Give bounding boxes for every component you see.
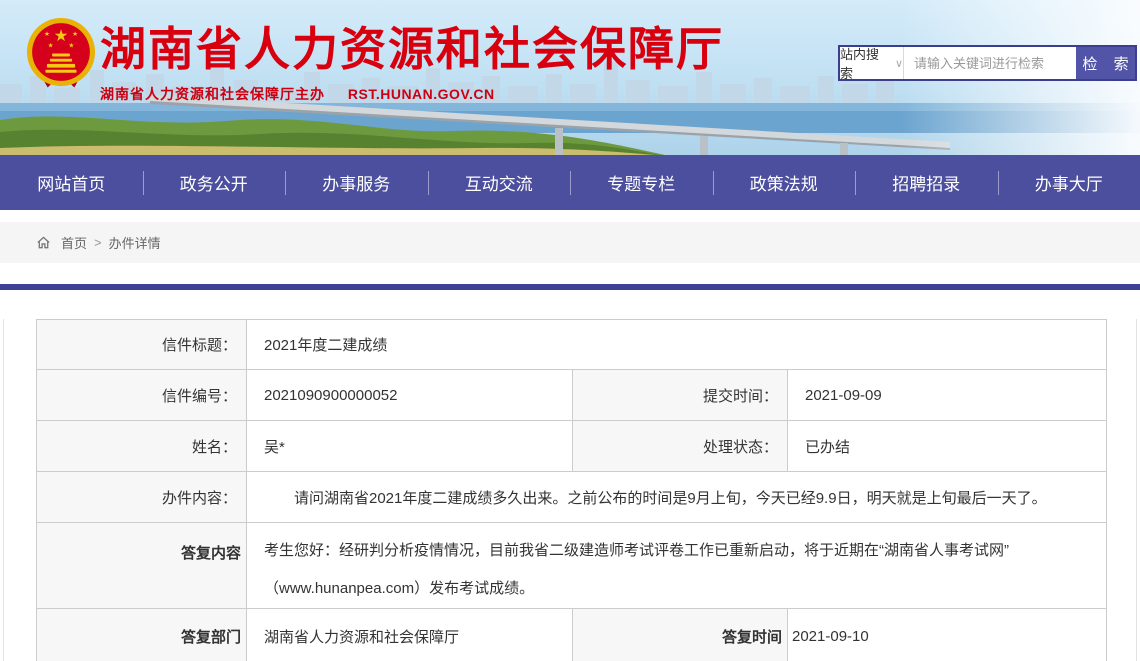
search-scope-label: 站内搜索 [840, 47, 880, 81]
table-row-reply-content: 答复内容 考生您好：经研判分析疫情情况，目前我省二级建造师考试评卷工作已重新启动… [36, 522, 1107, 609]
reply-content-value: 考生您好：经研判分析疫情情况，目前我省二级建造师考试评卷工作已重新启动，将于近期… [246, 522, 1107, 609]
reply-time-value: 2021-09-10 [787, 608, 1107, 661]
submit-time-value: 2021-09-09 [787, 369, 1107, 421]
reply-content-line2: （www.hunanpea.com）发布考试成绩。 [264, 580, 535, 597]
reply-content-label: 答复内容 [36, 522, 247, 609]
content-value: 请问湖南省2021年度二建成绩多久出来。之前公布的时间是9月上旬，今天已经9.9… [246, 471, 1107, 523]
nav-item-interaction[interactable]: 互动交流 [428, 155, 571, 210]
status-label: 处理状态： [572, 420, 788, 472]
table-row-reply-meta: 答复部门 湖南省人力资源和社会保障厅 答复时间 2021-09-10 [36, 608, 1107, 661]
home-icon[interactable] [36, 235, 51, 250]
status-value: 已办结 [787, 420, 1107, 472]
breadcrumb-current: 办件详情 [108, 236, 161, 251]
letter-no-value: 2021090900000052 [246, 369, 573, 421]
site-url: RST.HUNAN.GOV.CN [347, 85, 495, 102]
main-nav: 网站首页 政务公开 办事服务 互动交流 专题专栏 政策法规 招聘招录 办事大厅 [0, 155, 1140, 210]
reply-dept-label: 答复部门 [36, 608, 247, 661]
letter-title-label: 信件标题： [36, 319, 247, 370]
breadcrumb-home-link[interactable]: 首页 [61, 233, 87, 252]
letter-no-label: 信件编号： [36, 369, 247, 421]
name-value: 吴* [246, 420, 573, 472]
svg-text:★: ★ [44, 31, 50, 38]
search-bar: 站内搜索 ∨ 检 索 [838, 45, 1137, 81]
svg-text:★: ★ [48, 43, 54, 50]
reply-time-label: 答复时间 [572, 608, 788, 661]
letter-title-value: 2021年度二建成绩 [246, 319, 1107, 370]
site-banner: ★ ★ ★ ★ ★ 湖南省人力资源和社会保障厅 湖南省人力资源和社会保障厅主办 … [0, 0, 1140, 155]
nav-item-service-hall[interactable]: 办事大厅 [998, 155, 1140, 210]
nav-item-services[interactable]: 办事服务 [285, 155, 428, 210]
nav-item-policies[interactable]: 政策法规 [713, 155, 856, 210]
content-label: 办件内容： [36, 471, 247, 523]
table-row-content: 办件内容： 请问湖南省2021年度二建成绩多久出来。之前公布的时间是9月上旬，今… [36, 471, 1107, 523]
reply-dept-value: 湖南省人力资源和社会保障厅 [246, 608, 573, 661]
letter-detail-table: 信件标题： 2021年度二建成绩 信件编号： 2021090900000052 … [36, 319, 1107, 661]
table-row-name-status: 姓名： 吴* 处理状态： 已办结 [36, 420, 1107, 472]
section-divider [0, 284, 1140, 290]
site-sponsor-text: 湖南省人力资源和社会保障厅主办 [100, 85, 325, 102]
national-emblem-icon: ★ ★ ★ ★ ★ [26, 18, 96, 88]
svg-text:★: ★ [72, 31, 78, 38]
name-label: 姓名： [36, 420, 247, 472]
search-button[interactable]: 检 索 [1076, 47, 1135, 79]
nav-item-home[interactable]: 网站首页 [0, 155, 143, 210]
breadcrumb-separator: > [94, 235, 102, 250]
nav-item-gov-affairs[interactable]: 政务公开 [143, 155, 286, 210]
svg-text:★: ★ [54, 27, 69, 45]
site-title: 湖南省人力资源和社会保障厅 [100, 23, 724, 75]
search-scope-dropdown[interactable]: 站内搜索 ∨ [840, 47, 904, 81]
table-row-letter-title: 信件标题： 2021年度二建成绩 [36, 319, 1107, 370]
svg-text:★: ★ [68, 43, 74, 50]
search-input[interactable] [904, 47, 1076, 79]
nav-item-recruitment[interactable]: 招聘招录 [855, 155, 998, 210]
breadcrumb: 首页 > 办件详情 [0, 222, 1140, 263]
nav-item-topics[interactable]: 专题专栏 [570, 155, 713, 210]
chevron-down-icon: ∨ [894, 57, 903, 70]
site-subtitle: 湖南省人力资源和社会保障厅主办 RST.HUNAN.GOV.CN [100, 84, 724, 104]
detail-panel: 信件标题： 2021年度二建成绩 信件编号： 2021090900000052 … [3, 319, 1137, 661]
submit-time-label: 提交时间： [572, 369, 788, 421]
reply-content-line1: 考生您好：经研判分析疫情情况，目前我省二级建造师考试评卷工作已重新启动，将于近期… [264, 542, 1009, 559]
table-row-letter-no: 信件编号： 2021090900000052 提交时间： 2021-09-09 [36, 369, 1107, 421]
